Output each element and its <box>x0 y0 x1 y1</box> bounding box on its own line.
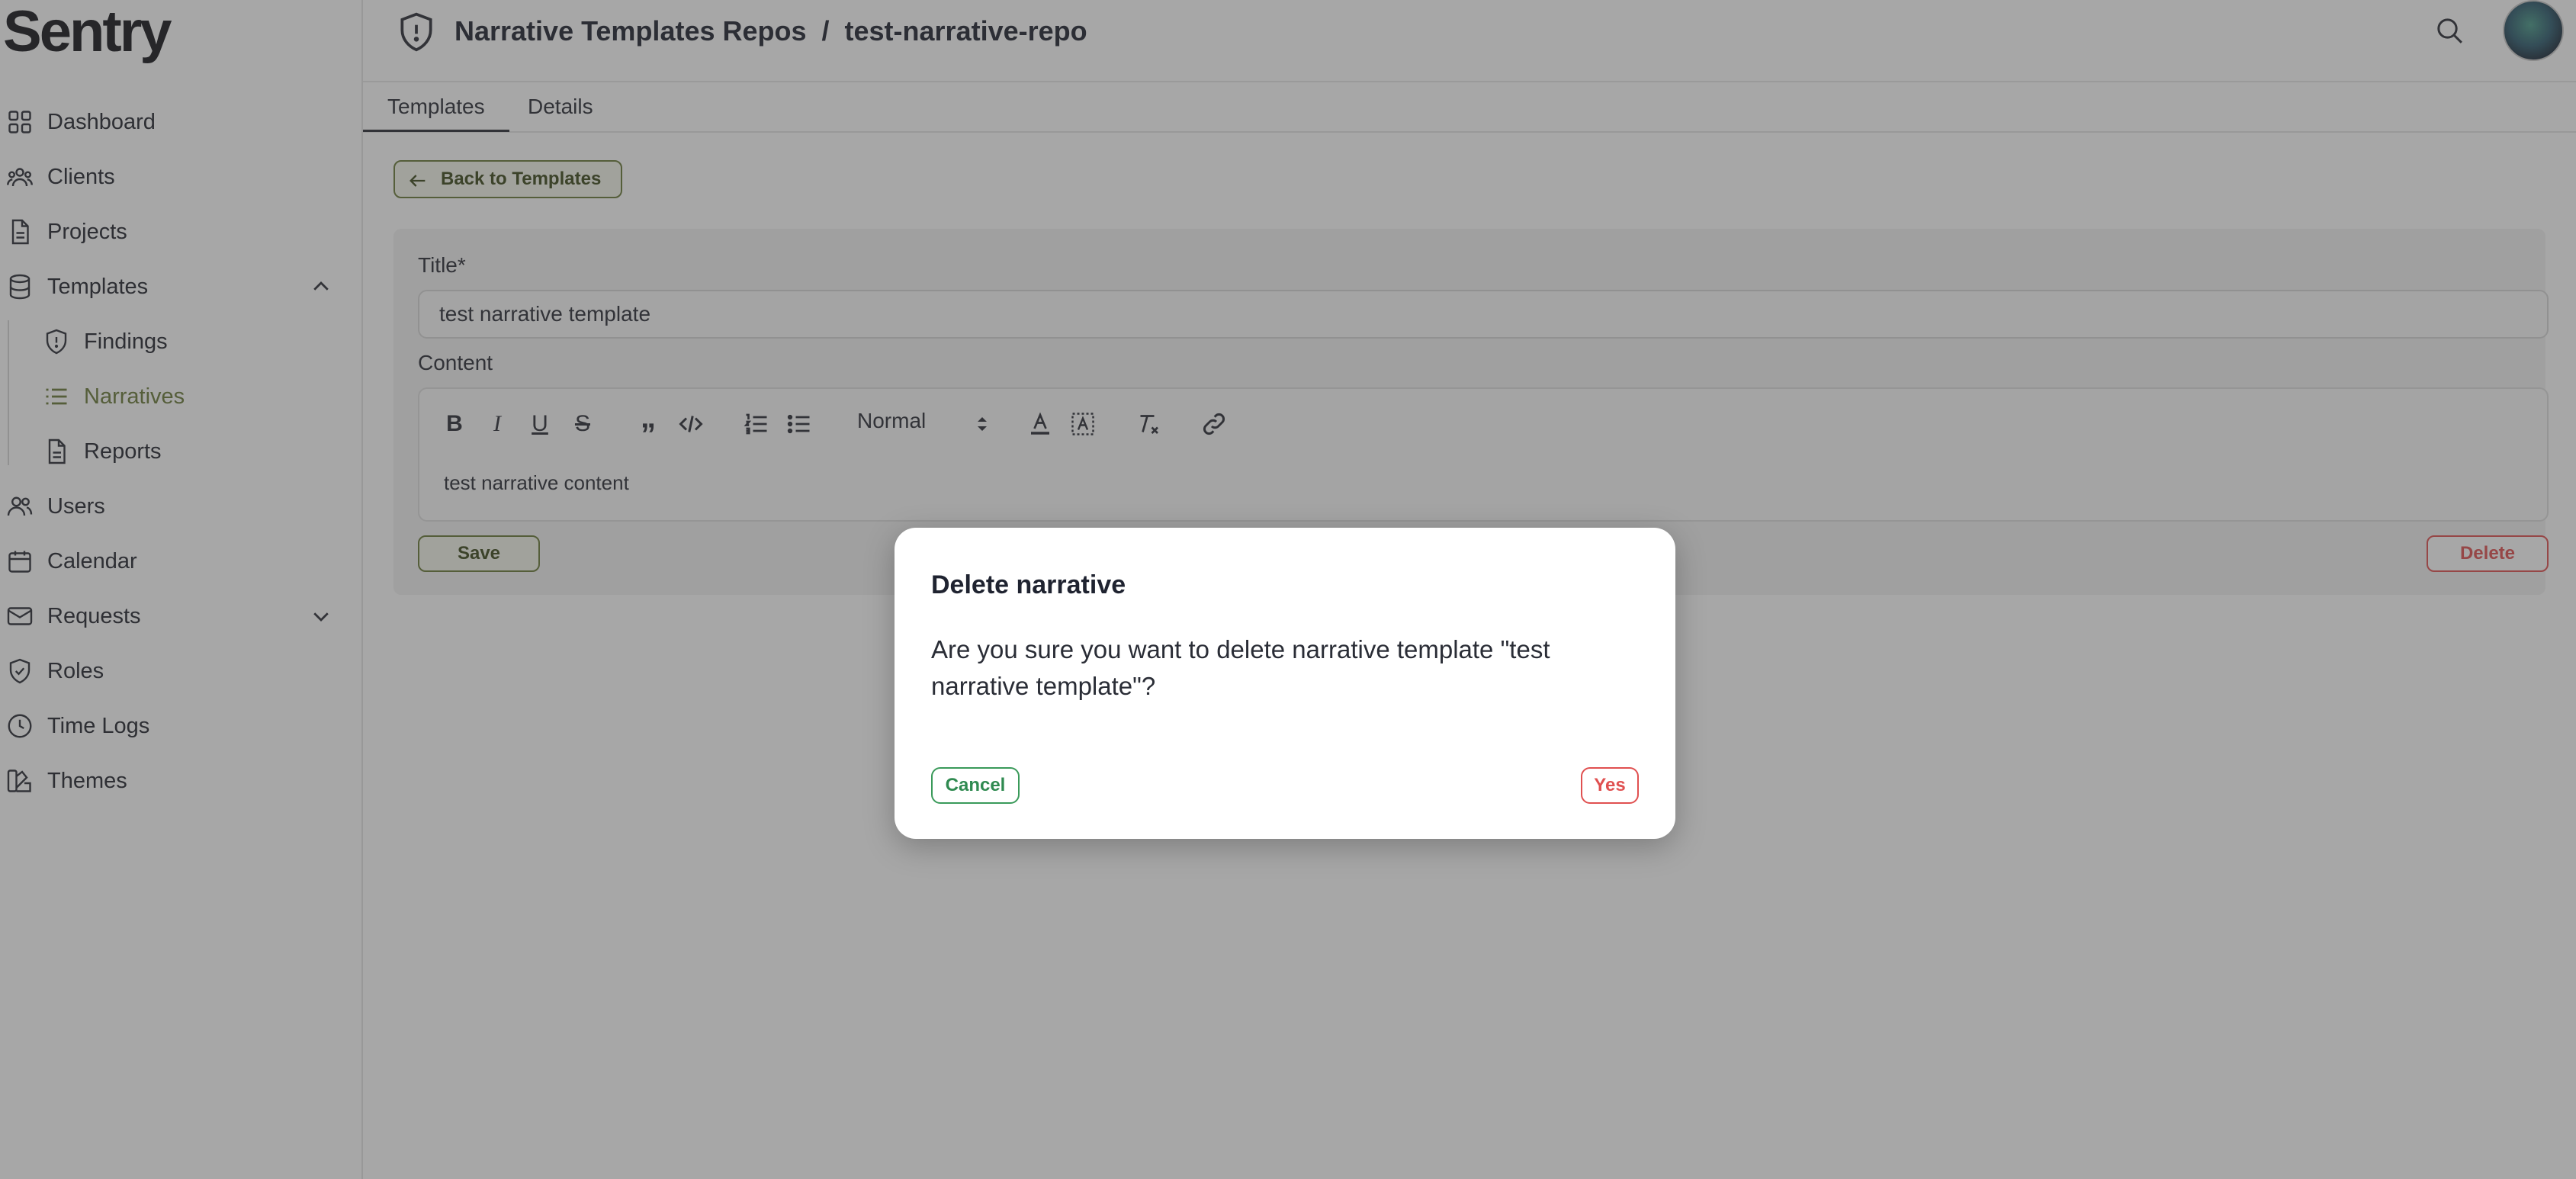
delete-confirm-dialog: Delete narrative Are you sure you want t… <box>895 528 1675 839</box>
dialog-title: Delete narrative <box>931 570 1126 599</box>
dialog-message: Are you sure you want to delete narrativ… <box>931 635 1550 700</box>
cancel-button[interactable]: Cancel <box>931 767 1020 804</box>
confirm-yes-button[interactable]: Yes <box>1581 767 1639 804</box>
